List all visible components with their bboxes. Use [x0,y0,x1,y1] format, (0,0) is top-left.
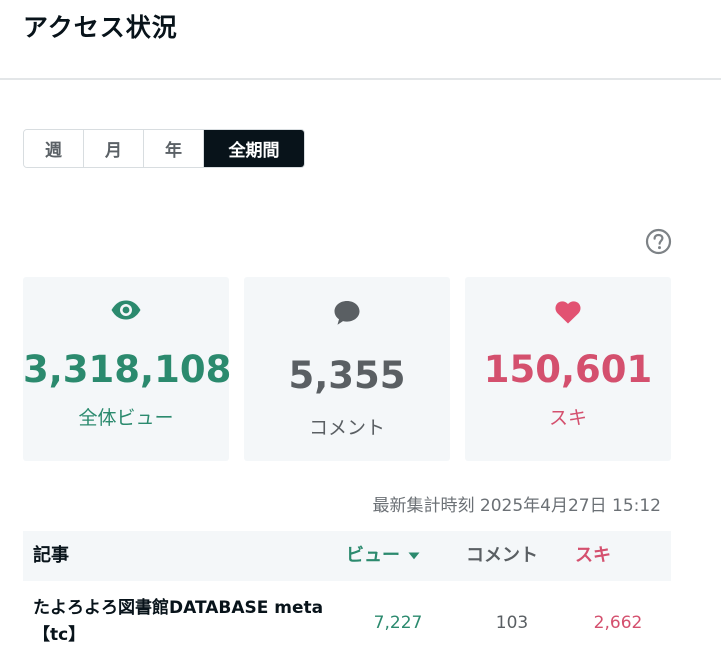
caret-down-icon [408,552,420,560]
stat-label-comments: コメント [308,417,385,439]
stat-card-comments: 5,355 コメント [244,277,450,461]
table-header: 記事 ビュー コメント スキ [23,531,671,581]
table-row: たよろよろ図書館DATABASE meta【tc】 7,227 103 2,66… [23,592,671,656]
tab-all-time[interactable]: 全期間 [204,130,304,167]
last-updated-text: 最新集計時刻 2025年4月27日 15:12 [372,496,661,516]
column-header-article: 記事 [33,545,69,566]
stat-card-likes: 150,601 スキ [465,277,671,461]
stat-card-views: 3,318,108 全体ビュー [23,277,232,461]
column-header-views-label: ビュー [346,545,400,566]
page-title: アクセス状況 [23,13,178,42]
stat-value-likes: 150,601 [483,348,653,391]
stat-value-comments: 5,355 [288,354,406,397]
stat-label-views: 全体ビュー [78,407,174,429]
heart-icon [555,301,581,324]
eye-icon [111,300,141,320]
article-likes: 2,662 [593,613,643,633]
article-comments: 103 [495,613,529,633]
period-tabs: 週 月 年 全期間 [23,129,305,168]
stat-value-views: 3,318,108 [23,348,232,391]
tab-month[interactable]: 月 [84,130,144,167]
column-header-likes[interactable]: スキ [575,543,611,569]
article-views: 7,227 [373,613,423,633]
access-stats-page: アクセス状況 週 月 年 全期間 3,318,108 全体ビュー 5,355 コ… [0,0,721,656]
column-header-views[interactable]: ビュー [346,543,420,569]
speech-bubble-icon [334,301,360,325]
question-circle-icon [645,228,672,255]
tab-year[interactable]: 年 [144,130,204,167]
help-button[interactable] [645,228,672,255]
column-header-comments[interactable]: コメント [466,543,538,569]
stat-label-likes: スキ [548,407,587,429]
article-title-link[interactable]: たよろよろ図書館DATABASE meta【tc】 [33,595,333,649]
tab-week[interactable]: 週 [24,130,84,167]
page-header: アクセス状況 [0,0,721,80]
